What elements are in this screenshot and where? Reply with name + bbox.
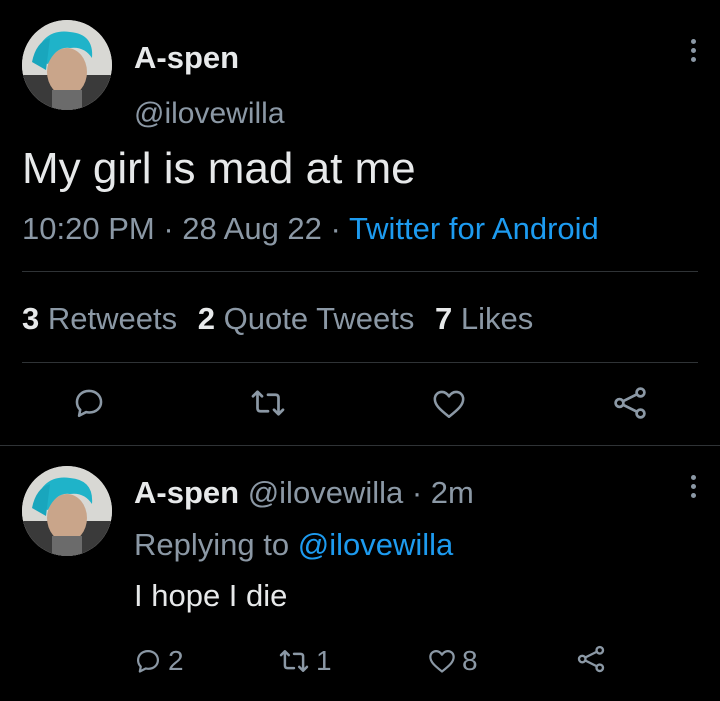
retweets-stat[interactable]: 3 Retweets [22,301,186,336]
replying-to-handle[interactable]: @ilovewilla [298,527,454,562]
likes-stat[interactable]: 7 Likes [435,301,533,336]
divider [22,271,698,272]
handle[interactable]: @ilovewilla [134,97,285,131]
likes-count: 7 [434,301,453,336]
retweet-icon[interactable]: 1 [278,645,332,677]
display-name[interactable]: A-spen [134,40,239,76]
reply-header: A-spen @ilovewilla · 2m [134,475,474,511]
quotes-count: 2 [197,301,215,336]
tweet-age: 2m [430,475,474,510]
heart-icon[interactable] [432,388,466,420]
more-options-icon[interactable] [683,466,703,506]
tweet-meta: 10:20 PM · 28 Aug 22 · Twitter for Andro… [22,211,599,247]
retweets-label: Retweets [47,301,178,336]
likes-label: Likes [460,301,534,336]
quotes-label: Quote Tweets [223,301,415,336]
meta-separator: · [163,211,174,246]
reply-icon[interactable] [72,386,106,420]
divider [0,445,720,446]
like-count: 8 [462,645,478,676]
display-name[interactable]: A-spen [134,475,239,510]
share-icon[interactable] [612,386,648,420]
meta-separator: · [411,475,423,510]
reply-icon[interactable]: 2 [134,645,184,677]
tweet-time: 10:20 PM [22,211,155,246]
meta-separator: · [330,211,341,246]
replying-to: Replying to @ilovewilla [134,527,453,563]
reply-count: 2 [168,645,184,676]
tweet-date: 28 Aug 22 [182,211,322,246]
handle[interactable]: @ilovewilla [248,475,404,510]
divider [22,362,698,363]
replying-to-label: Replying to [134,527,290,562]
share-icon[interactable] [576,645,606,673]
tweet-stats: 3 Retweets 2 Quote Tweets 7 Likes [22,301,533,337]
retweets-count: 3 [22,301,40,336]
heart-icon[interactable]: 8 [428,645,478,677]
more-options-icon[interactable] [683,30,703,70]
quotes-stat[interactable]: 2 Quote Tweets [198,301,423,336]
avatar[interactable] [22,20,112,110]
retweet-count: 1 [316,645,332,676]
tweet-source[interactable]: Twitter for Android [349,211,599,246]
retweet-icon[interactable] [250,388,286,418]
avatar[interactable] [22,466,112,556]
reply-text: I hope I die [134,578,288,613]
tweet-text: My girl is mad at me [22,144,416,193]
